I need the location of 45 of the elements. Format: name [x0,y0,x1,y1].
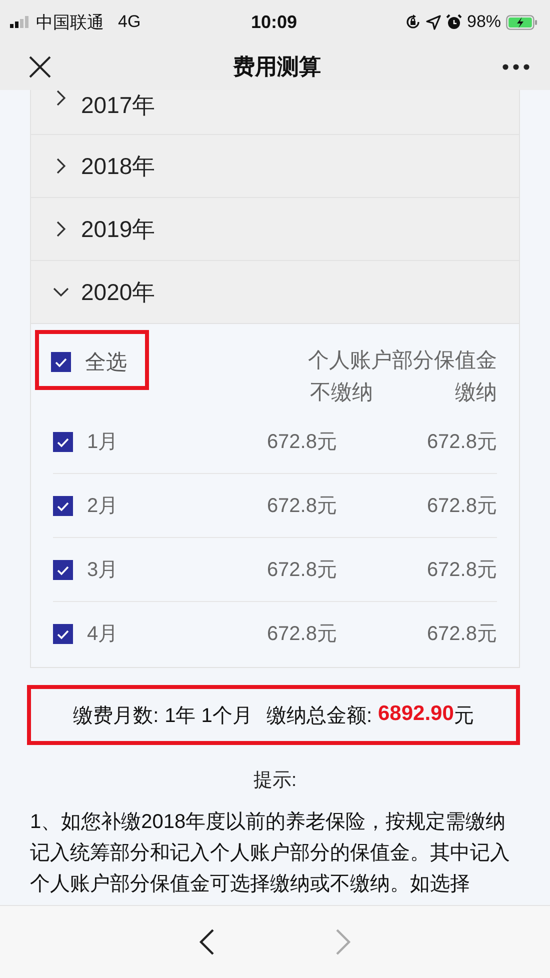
checkbox[interactable] [53,432,73,452]
month-label: 4月 [87,622,118,647]
column-heading: 不缴纳 [310,380,373,406]
table-cell-text: 672.8元 [266,430,337,455]
location-arrow-icon [426,14,441,30]
close-icon[interactable] [28,55,52,79]
months-label: 缴费月数: [73,704,159,728]
clock-time: 10:09 [250,12,298,32]
alarm-clock-icon [446,14,462,30]
total-amount: 6892.90 [378,702,454,726]
signal-icon [10,16,30,28]
table-cell-text: 672.8元 [426,558,497,583]
table-cell-text: 672.8元 [426,622,497,647]
tips-title: 提示: [252,769,298,793]
table-cell-text: 672.8元 [266,622,337,647]
months-value: 1年 1个月 [164,704,252,728]
month-label: 2月 [87,494,118,519]
page-title: 费用测算 [233,53,321,81]
checkbox[interactable] [53,560,73,580]
table-cell-text: 672.8元 [266,494,337,519]
year-section-header[interactable]: 2020年 [81,276,156,308]
total-label: 缴纳总金额: [266,704,372,728]
table-cell-text: 672.8元 [426,430,497,455]
network-type: 4G [118,12,141,32]
currency-unit: 元 [454,704,474,728]
battery-charging-icon [506,14,538,30]
checkbox[interactable] [53,624,73,644]
back-icon[interactable] [199,928,215,956]
month-label: 3月 [87,558,118,583]
year-section-header[interactable]: 2018年 [81,150,156,182]
column-group-heading: 个人账户部分保值金 [308,348,497,374]
select-all-label[interactable]: 全选 [85,348,127,376]
more-options-icon[interactable] [502,63,530,71]
month-label: 1月 [87,430,118,455]
checkbox[interactable] [51,352,71,372]
table-cell-text: 672.8元 [266,558,337,583]
year-section-header[interactable]: 2017年 [81,90,156,121]
table-cell-text: 672.8元 [426,494,497,519]
tips-paragraph: 1、如您补缴2018年度以前的养老保险，按规定需缴纳记入统筹部分和记入个人账户部分的保值金。其中记入个人账户部分保值金可选择缴纳或不缴纳。如选择 [30,810,511,897]
rotation-lock-icon [404,14,421,30]
checkbox[interactable] [53,496,73,516]
carrier-name: 中国联通 [36,12,104,34]
battery-percentage: 98% [466,12,502,32]
year-section-header[interactable]: 2019年 [81,214,156,244]
column-heading: 缴纳 [455,380,497,406]
